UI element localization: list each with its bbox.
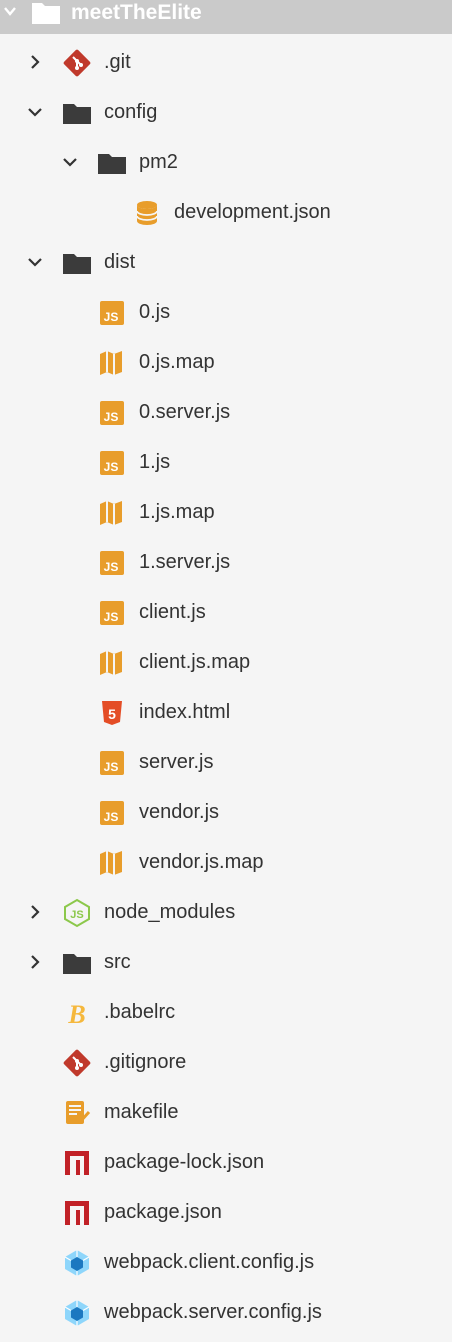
map-icon	[99, 850, 123, 876]
javascript-icon	[100, 751, 124, 775]
tree-item[interactable]: .gitignore	[0, 1037, 452, 1087]
chevron-down-icon[interactable]	[27, 254, 43, 270]
webpack-icon	[64, 1299, 90, 1327]
tree-item[interactable]: node_modules	[0, 887, 452, 937]
tree-item-label: index.html	[139, 701, 231, 723]
folder-icon	[63, 104, 91, 124]
tree-item-label: src	[104, 951, 131, 973]
tree-item-label: .babelrc	[104, 1001, 176, 1023]
chevron-down-icon[interactable]	[3, 4, 17, 18]
tree-item[interactable]: package-lock.json	[0, 1137, 452, 1187]
tree-item-label: webpack.client.config.js	[104, 1251, 315, 1273]
tree-item[interactable]: dist	[0, 237, 452, 287]
tree-item-label: 1.js	[139, 451, 171, 473]
tree-item-label: client.js	[139, 601, 206, 623]
tree-item[interactable]: 1.js.map	[0, 487, 452, 537]
git-icon	[62, 1048, 92, 1078]
javascript-icon	[100, 601, 124, 625]
project-root-header[interactable]: meetTheElite	[0, 0, 452, 34]
tree-item[interactable]: .git	[0, 37, 452, 87]
tree-item[interactable]: server.js	[0, 737, 452, 787]
tree-item-label: config	[104, 101, 158, 123]
project-name: meetTheElite	[71, 1, 202, 24]
map-icon	[99, 350, 123, 376]
tree-item-label: makefile	[104, 1101, 179, 1123]
tree-item[interactable]: webpack.server.config.js	[0, 1287, 452, 1337]
webpack-icon	[64, 1249, 90, 1277]
tree-item[interactable]: package.json	[0, 1187, 452, 1237]
tree-item-label: 1.server.js	[139, 551, 231, 573]
chevron-right-icon[interactable]	[27, 954, 43, 970]
tree-item[interactable]: webpack.client.config.js	[0, 1237, 452, 1287]
npm-icon	[65, 1151, 89, 1175]
tree-item[interactable]: client.js.map	[0, 637, 452, 687]
tree-item-label: 0.js	[139, 301, 171, 323]
tree-item-label: node_modules	[104, 901, 236, 923]
tree-item-label: .gitignore	[104, 1051, 187, 1073]
html5-icon	[102, 701, 122, 725]
javascript-icon	[100, 801, 124, 825]
javascript-icon	[100, 551, 124, 575]
tree-item-label: dist	[104, 251, 136, 273]
javascript-icon	[100, 401, 124, 425]
tree-item-label: .git	[104, 51, 131, 73]
folder-icon	[98, 154, 126, 174]
tree-item[interactable]: vendor.js	[0, 787, 452, 837]
tree-item-label: package-lock.json	[104, 1151, 265, 1173]
tree-item[interactable]: index.html	[0, 687, 452, 737]
tree-item[interactable]: client.js	[0, 587, 452, 637]
tree-item[interactable]: 1.js	[0, 437, 452, 487]
tree-item[interactable]: 0.js.map	[0, 337, 452, 387]
tree-item-label: package.json	[104, 1201, 222, 1223]
tree-item[interactable]: 0.js	[0, 287, 452, 337]
tree-item[interactable]: 1.server.js	[0, 537, 452, 587]
tree-item-label: server.js	[139, 751, 214, 773]
tree-item-label: vendor.js.map	[139, 851, 264, 873]
javascript-icon	[100, 451, 124, 475]
tree-item[interactable]: pm2	[0, 137, 452, 187]
tree-item[interactable]: src	[0, 937, 452, 987]
tree-item[interactable]: config	[0, 87, 452, 137]
tree-item-label: 0.js.map	[139, 351, 215, 373]
tree-item-label: 1.js.map	[139, 501, 215, 523]
tree-item[interactable]: development.json	[0, 187, 452, 237]
tree-item-label: vendor.js	[139, 801, 220, 823]
makefile-icon	[64, 1099, 91, 1126]
chevron-right-icon[interactable]	[27, 904, 43, 920]
tree-item-label: 0.server.js	[139, 401, 231, 423]
tree-item-label: webpack.server.config.js	[104, 1301, 322, 1323]
map-icon	[99, 500, 123, 526]
folder-icon	[63, 254, 91, 274]
tree-item-label: pm2	[139, 151, 178, 173]
chevron-right-icon[interactable]	[27, 54, 43, 70]
javascript-icon	[100, 301, 124, 325]
tree-item[interactable]: vendor.js.map	[0, 837, 452, 887]
chevron-down-icon[interactable]	[27, 104, 43, 120]
tree-item-label: client.js.map	[139, 651, 251, 673]
tree-item[interactable]: 0.server.js	[0, 387, 452, 437]
folder-icon	[32, 3, 60, 24]
map-icon	[99, 650, 123, 676]
tree-item-label: development.json	[174, 201, 331, 223]
database-icon	[136, 200, 158, 226]
git-icon	[62, 48, 92, 78]
nodejs-icon	[64, 899, 90, 927]
npm-icon	[65, 1201, 89, 1225]
chevron-down-icon[interactable]	[62, 154, 78, 170]
tree-item[interactable]: makefile	[0, 1087, 452, 1137]
folder-icon	[63, 954, 91, 974]
tree-item[interactable]: .babelrc	[0, 987, 452, 1037]
babel-icon	[67, 1000, 86, 1028]
